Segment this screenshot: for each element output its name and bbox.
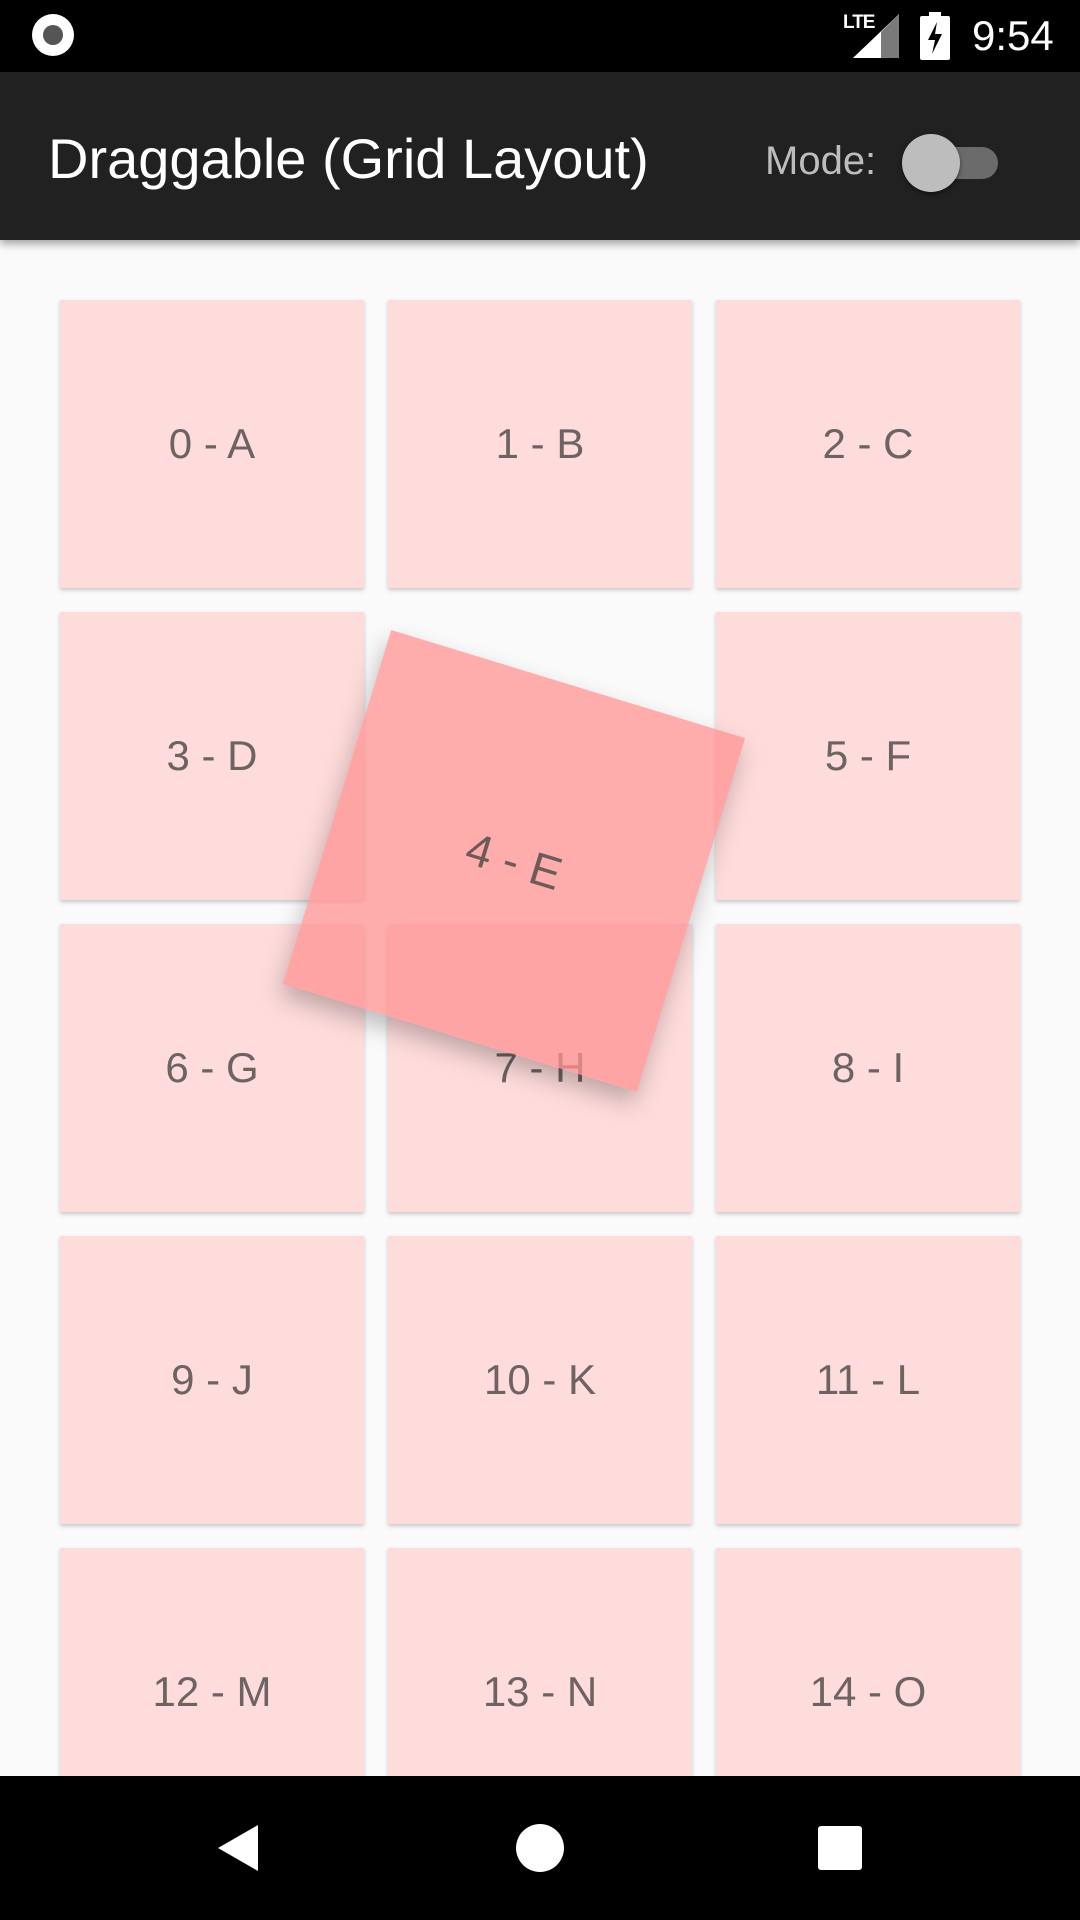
home-button[interactable]: [490, 1798, 590, 1898]
mode-toggle-switch[interactable]: [900, 127, 1000, 195]
recents-square-icon: [818, 1826, 862, 1870]
grid-tile[interactable]: 1 - B: [388, 300, 692, 588]
grid-tile[interactable]: 13 - N: [388, 1548, 692, 1776]
navigation-bar: [0, 1776, 1080, 1920]
back-triangle-icon: [218, 1825, 258, 1871]
grid-tile[interactable]: 9 - J: [60, 1236, 364, 1524]
grid-tile[interactable]: 11 - L: [716, 1236, 1020, 1524]
cell-signal-icon: [853, 14, 899, 58]
draggable-grid: 0 - A 1 - B 2 - C 3 - D 5 - F 6 - G 7 - …: [0, 240, 1080, 1776]
grid-tile[interactable]: 3 - D: [60, 612, 364, 900]
record-icon: [32, 14, 74, 56]
grid-tile[interactable]: 14 - O: [716, 1548, 1020, 1776]
grid-tile[interactable]: 12 - M: [60, 1548, 364, 1776]
grid-tile[interactable]: 5 - F: [716, 612, 1020, 900]
status-time: 9:54: [972, 12, 1054, 59]
screen: LTE 9:54 Draggable (Grid Layout) Mode: 0…: [0, 0, 1080, 1920]
grid-tile[interactable]: 0 - A: [60, 300, 364, 588]
switch-thumb: [902, 134, 960, 192]
page-title: Draggable (Grid Layout): [48, 127, 649, 190]
grid-tile[interactable]: 2 - C: [716, 300, 1020, 588]
app-bar: Draggable (Grid Layout) Mode:: [0, 72, 1080, 240]
mode-label: Mode:: [765, 139, 877, 183]
back-button[interactable]: [190, 1798, 290, 1898]
grid-tile[interactable]: 8 - I: [716, 924, 1020, 1212]
status-bar: LTE 9:54: [0, 0, 1080, 72]
home-circle-icon: [516, 1824, 564, 1872]
recents-button[interactable]: [790, 1798, 890, 1898]
grid-tile[interactable]: 10 - K: [388, 1236, 692, 1524]
battery-charging-icon: [920, 12, 950, 60]
